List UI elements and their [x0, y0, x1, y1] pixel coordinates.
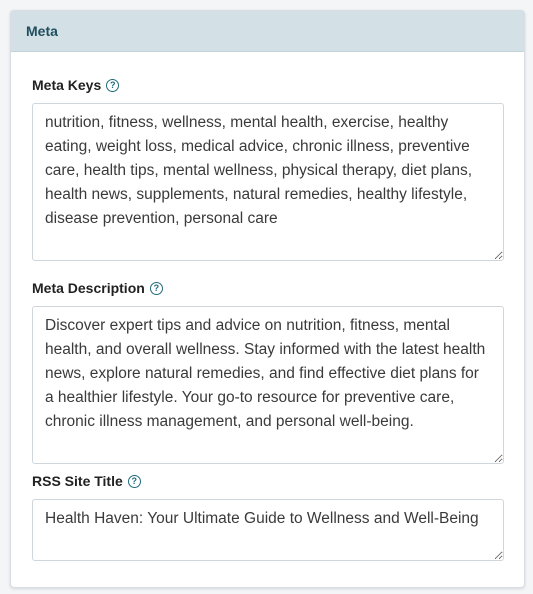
panel-title: Meta	[11, 11, 524, 52]
meta-description-label: Meta Description	[32, 280, 145, 296]
meta-keys-field: Meta Keys ? nutrition, fitness, wellness…	[32, 75, 504, 261]
meta-description-field: Meta Description ? Discover expert tips …	[32, 278, 504, 464]
question-circle-icon[interactable]: ?	[106, 78, 120, 92]
rss-site-title-textarea[interactable]: Health Haven: Your Ultimate Guide to Wel…	[32, 499, 504, 561]
question-circle-icon[interactable]: ?	[127, 474, 141, 488]
meta-description-textarea[interactable]: Discover expert tips and advice on nutri…	[32, 306, 504, 464]
meta-keys-label: Meta Keys	[32, 77, 102, 93]
meta-keys-textarea[interactable]: nutrition, fitness, wellness, mental hea…	[32, 103, 504, 261]
rss-site-title-label: RSS Site Title	[32, 473, 123, 489]
question-circle-icon[interactable]: ?	[149, 281, 163, 295]
rss-site-title-field: RSS Site Title ? Health Haven: Your Ulti…	[32, 471, 504, 561]
meta-panel: Meta Meta Keys ? nutrition, fitness, wel…	[10, 10, 525, 588]
